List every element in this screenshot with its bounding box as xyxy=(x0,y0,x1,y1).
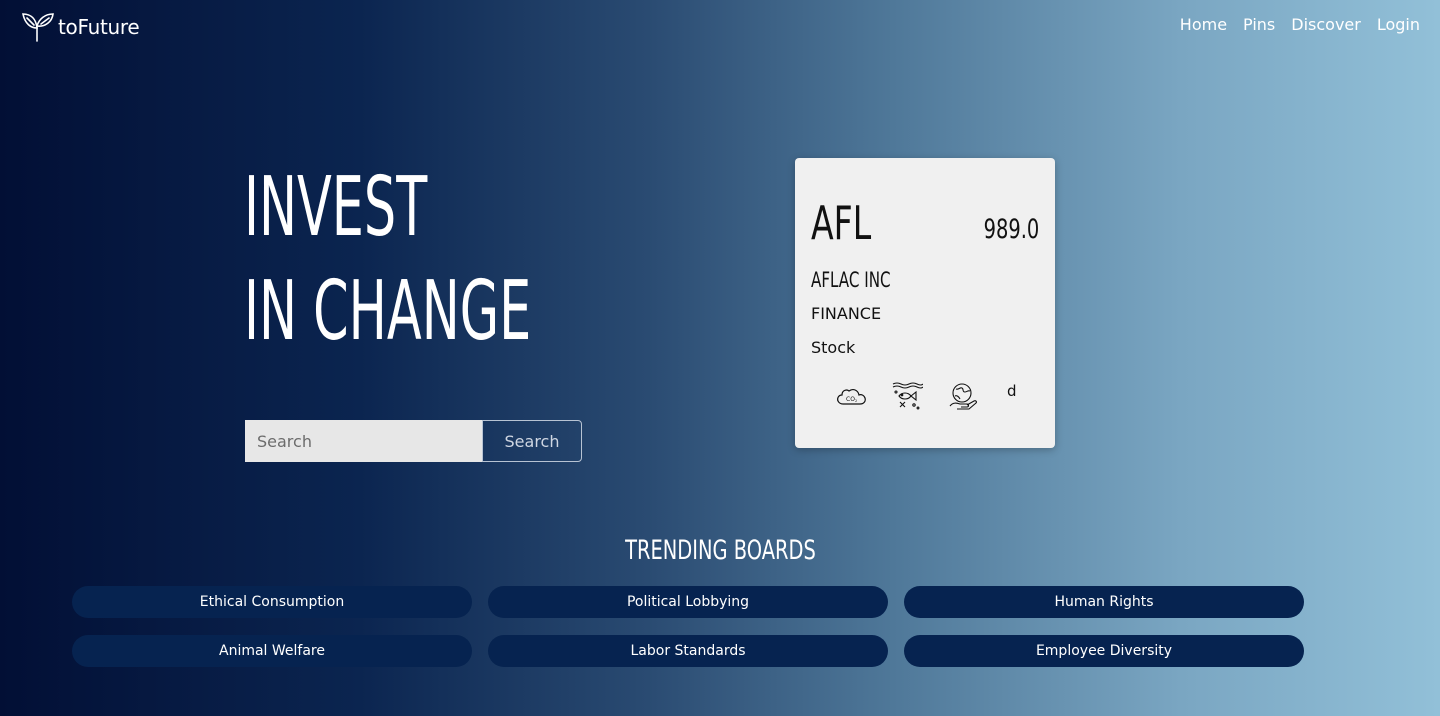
search-button[interactable]: Search xyxy=(482,420,582,462)
co2-cloud-icon: CO 2 xyxy=(837,389,866,405)
search-input[interactable] xyxy=(245,420,482,462)
trending-heading: TRENDING BOARDS xyxy=(624,535,816,566)
nav-discover[interactable]: Discover xyxy=(1291,15,1361,34)
hero-line-2: IN CHANGE xyxy=(244,264,532,359)
nav-login[interactable]: Login xyxy=(1377,15,1420,34)
earth-hand-icon xyxy=(949,383,977,410)
stock-price: 989.0 xyxy=(983,214,1039,245)
board-human-rights[interactable]: Human Rights xyxy=(904,586,1304,618)
board-political-lobbying[interactable]: Political Lobbying xyxy=(488,586,888,618)
board-ethical-consumption[interactable]: Ethical Consumption xyxy=(72,586,472,618)
svg-text:2: 2 xyxy=(855,399,857,403)
sector-label: FINANCE xyxy=(811,304,882,323)
svg-text:CO: CO xyxy=(846,396,855,403)
card-trailing-text: d xyxy=(1007,382,1017,400)
company-name: AFLAC INC xyxy=(811,268,891,292)
stock-ticker: AFL xyxy=(811,196,872,250)
main-nav: Home Pins Discover Login xyxy=(1180,15,1420,34)
sprout-icon xyxy=(22,13,54,42)
nav-home[interactable]: Home xyxy=(1180,15,1227,34)
search-bar: Search xyxy=(245,420,582,462)
board-animal-welfare[interactable]: Animal Welfare xyxy=(72,635,472,667)
ocean-fish-icon xyxy=(892,382,923,410)
board-employee-diversity[interactable]: Employee Diversity xyxy=(904,635,1304,667)
hero-line-1: INVEST xyxy=(244,160,428,255)
hero-title: INVEST IN CHANGE xyxy=(244,156,707,364)
nav-pins[interactable]: Pins xyxy=(1243,15,1275,34)
brand-logo[interactable]: toFuture xyxy=(21,11,140,43)
impact-icons: CO 2 d xyxy=(835,380,1017,412)
stock-card[interactable]: AFL 989.0 AFLAC INC FINANCE Stock CO 2 d xyxy=(795,158,1055,448)
brand-name: toFuture xyxy=(58,15,140,39)
asset-type-label: Stock xyxy=(811,338,856,357)
board-labor-standards[interactable]: Labor Standards xyxy=(488,635,888,667)
